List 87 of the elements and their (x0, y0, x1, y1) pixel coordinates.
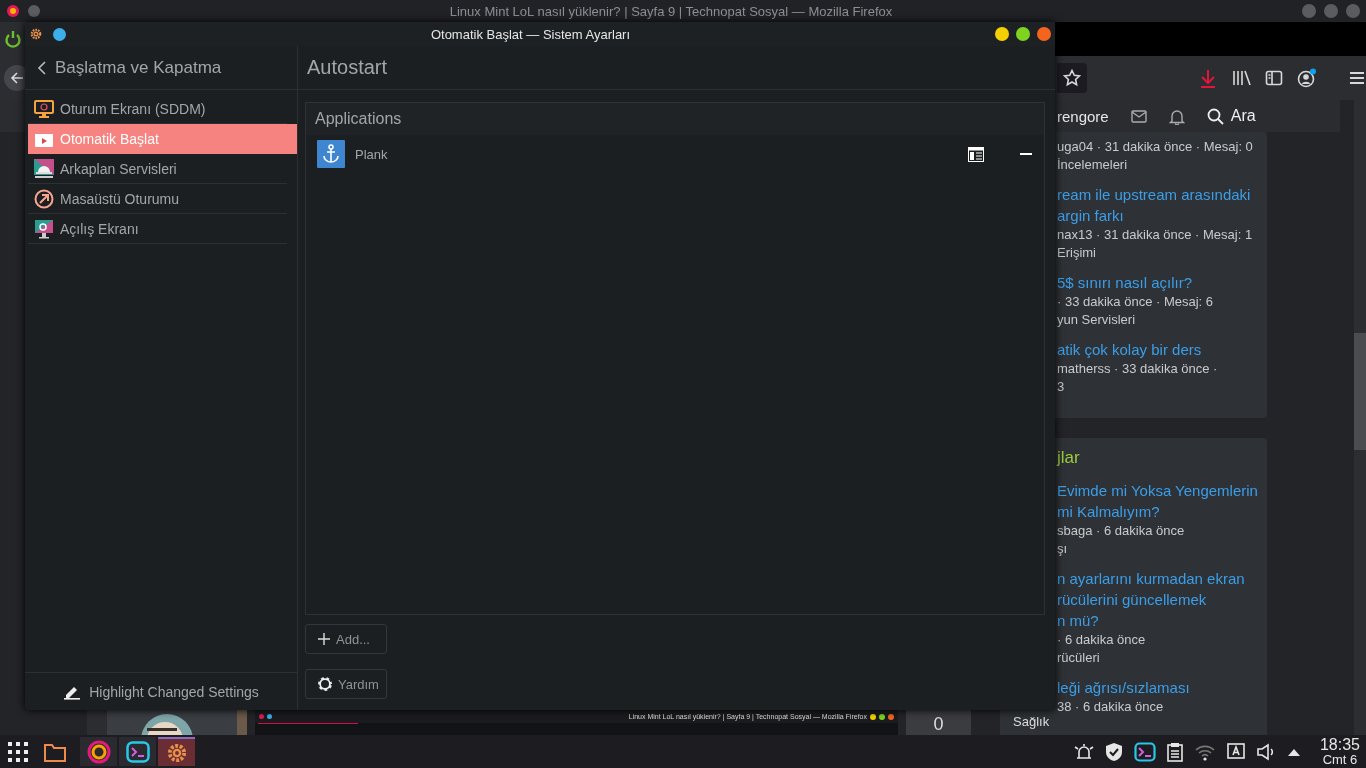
thread-title-link[interactable]: 5$ sınırı nasıl açılır? (1057, 272, 1193, 293)
sidebar-item[interactable]: Açılış Ekranı (28, 214, 287, 244)
count-badge: 0 (906, 710, 971, 735)
bookmark-button[interactable] (1057, 63, 1087, 93)
page-title: Autostart (298, 46, 1055, 90)
power-icon[interactable] (4, 30, 21, 48)
back-arrow-icon (9, 70, 25, 86)
forum-name: Erişimi (1057, 244, 1096, 262)
thread-title-link[interactable]: ream ile upstream arasındaki (1057, 184, 1251, 205)
highlight-changed-button[interactable]: Highlight Changed Settings (63, 683, 259, 700)
thread-meta: · 6 dakika önce (1057, 631, 1146, 649)
sidebar-icon[interactable] (1265, 69, 1283, 87)
app-launcher-icon[interactable] (8, 741, 28, 762)
star-icon (1063, 69, 1081, 87)
thread-meta: sbaga · 6 dakika önce (1057, 522, 1185, 540)
sidebar-item[interactable]: Masaüstü Oturumu (28, 184, 287, 214)
download-icon[interactable] (1199, 68, 1217, 88)
window-title: Otomatik Başlat — Sistem Ayarları (429, 26, 632, 42)
close-button[interactable] (1037, 27, 1051, 41)
search-button[interactable]: Ara (1206, 107, 1256, 125)
firefox-icon[interactable] (259, 714, 264, 719)
window-play-icon (34, 128, 54, 149)
plus-icon (318, 633, 330, 645)
arrow-circle-icon (34, 188, 54, 209)
forum-name: İncelemeleri (1057, 156, 1128, 174)
thread-title-link[interactable]: leği ağrısı/sızlaması (1057, 677, 1190, 698)
mail-icon[interactable] (1130, 109, 1147, 123)
anchor-icon (317, 140, 345, 168)
keyboard-layout-icon[interactable] (1226, 742, 1245, 761)
add-button[interactable]: Add... (305, 624, 387, 654)
window-title: Linux Mint LoL nasıl yüklenir? | Sayfa 9 | Technopat Sosyal — Mozilla Firefox (448, 3, 894, 19)
thread-meta: nax13 · 31 dakika önce · Mesaj: 1 (1057, 226, 1253, 244)
forum-name: yun Servisleri (1057, 311, 1136, 329)
forum-name: 3 (1057, 378, 1065, 396)
thread-title-link[interactable]: rücülerini güncellemek (1057, 589, 1207, 610)
category-label: Sağlık (1013, 713, 1050, 731)
terminal-icon[interactable] (1133, 741, 1156, 762)
dot-icon[interactable] (870, 713, 876, 720)
thread-title-link[interactable]: mi Kalmalıyım? (1057, 501, 1160, 522)
help-button[interactable]: Yardım (305, 669, 387, 699)
monitor-splash-icon (34, 218, 54, 239)
sidebar-item[interactable]: Arkaplan Servisleri (28, 154, 287, 184)
thread-meta: 38 · 6 dakika önce (1057, 698, 1164, 716)
window-menu-dot-icon[interactable] (267, 714, 272, 719)
task-button[interactable] (158, 737, 195, 766)
username-link[interactable]: rengore (1057, 107, 1109, 125)
shield-check-icon[interactable] (1104, 741, 1123, 762)
clipboard-icon[interactable] (1166, 741, 1183, 762)
bell-icon[interactable] (1168, 107, 1185, 125)
alarm-bell-icon[interactable] (1073, 742, 1094, 761)
dot-icon[interactable] (879, 713, 885, 720)
minimize-button[interactable] (995, 27, 1009, 41)
thread-meta: · 33 dakika önce · Mesaj: 6 (1057, 293, 1214, 311)
task-button[interactable] (119, 737, 156, 766)
section-header: Applications (306, 103, 1044, 135)
thread-meta: matherss · 33 dakika önce · (1057, 360, 1218, 378)
app-name: Plank (355, 146, 389, 162)
thread-meta: uga04 · 31 dakika önce · Mesaj: 0 (1057, 138, 1253, 156)
thread-title-link[interactable]: Evimde mi Yoksa Yengemlerin (1057, 480, 1258, 501)
firefox-icon[interactable] (86, 739, 111, 764)
clock[interactable]: 18:35 Cmt 6 (1319, 736, 1360, 767)
search-icon (1206, 107, 1224, 125)
forum-name: rücüleri (1057, 649, 1100, 667)
dot-icon[interactable] (888, 713, 894, 720)
folder-icon[interactable] (44, 741, 66, 762)
forum-name: şı (1057, 540, 1068, 558)
thread-title-link[interactable]: n mü? (1057, 610, 1099, 631)
terminal-icon[interactable] (125, 740, 150, 763)
account-icon[interactable] (1297, 68, 1317, 88)
section-heading: jlar (1057, 447, 1081, 469)
thread-title-link[interactable]: n ayarlarını kurmadan ekran (1057, 568, 1245, 589)
settings-icon (29, 27, 43, 41)
library-icon[interactable] (1231, 69, 1251, 87)
maximize-button[interactable] (1016, 27, 1030, 41)
window-menu-button[interactable] (53, 27, 66, 41)
thread-title-link[interactable]: argin farkı (1057, 205, 1124, 226)
back-button[interactable]: Başlatma ve Kapatma (25, 57, 222, 78)
monitor-icon (34, 98, 54, 119)
properties-icon[interactable] (968, 146, 984, 162)
chevron-left-icon (37, 60, 47, 75)
menu-icon[interactable] (1349, 70, 1365, 86)
speaker-icon[interactable] (1255, 742, 1276, 761)
task-button[interactable] (80, 737, 117, 766)
desk-bell-icon (34, 158, 54, 179)
close-button[interactable] (1346, 4, 1360, 18)
thread-title-link[interactable]: atik çok kolay bir ders (1057, 339, 1202, 360)
firefox-icon (6, 4, 20, 18)
